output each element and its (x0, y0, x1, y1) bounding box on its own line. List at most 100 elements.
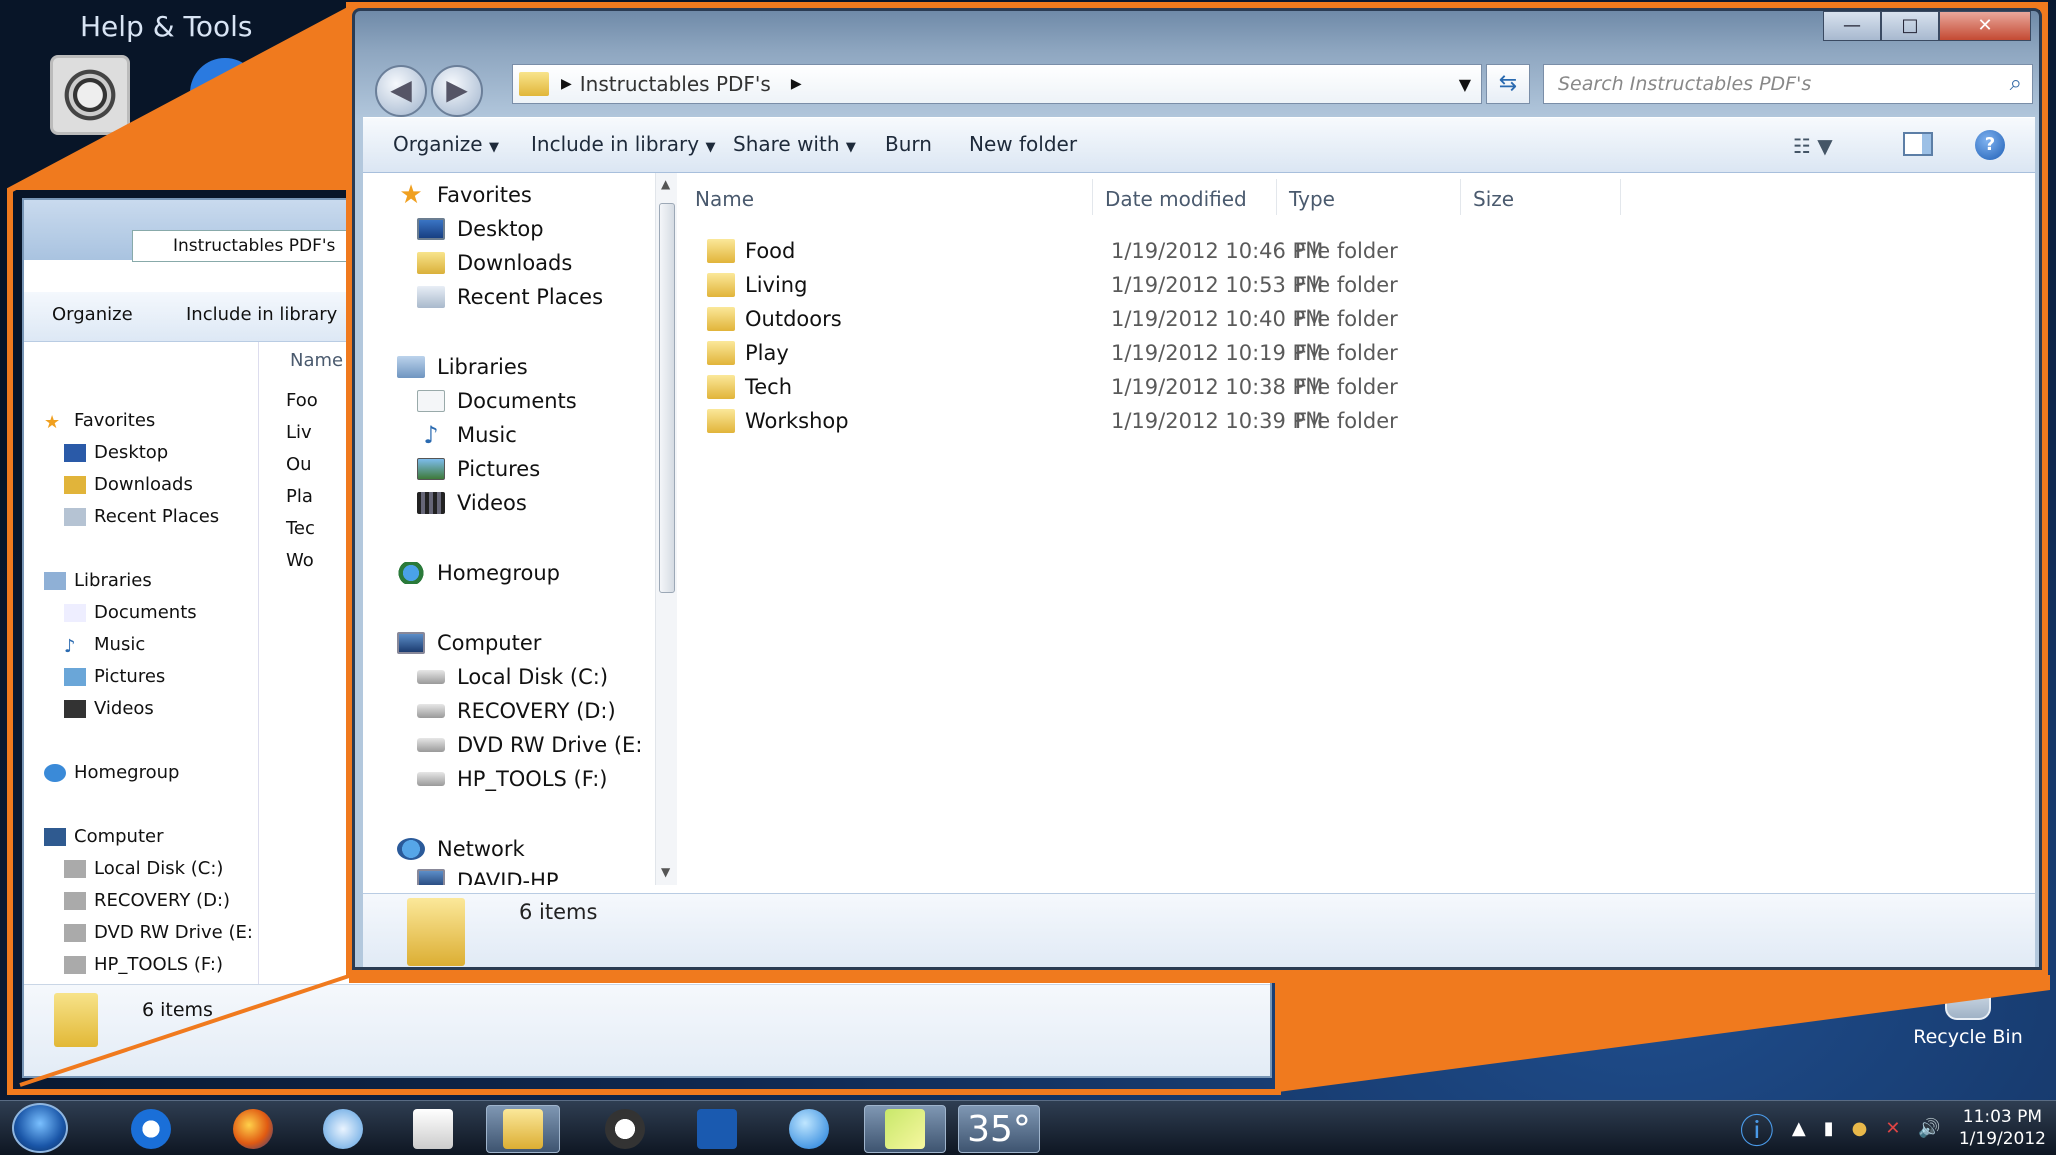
back-file-item[interactable]: Tec (286, 518, 315, 539)
scroll-down-icon[interactable]: ▼ (661, 865, 670, 879)
back-nav-local-disk[interactable]: Local Disk (C:) (64, 858, 223, 879)
internet-explorer-icon[interactable] (114, 1105, 188, 1153)
file-row[interactable]: Play 1/19/2012 10:19 PM File folder (693, 337, 1693, 371)
refresh-icon[interactable]: ⇆ (1486, 64, 1530, 104)
nav-desktop[interactable]: Desktop (417, 217, 544, 241)
column-header-type[interactable]: Type (1277, 179, 1461, 215)
back-nav-documents[interactable]: Documents (64, 602, 197, 623)
notes-app-taskbar-button[interactable] (864, 1105, 946, 1153)
back-column-name[interactable]: Name (290, 350, 343, 371)
address-bar[interactable]: ▶ Instructables PDF's ▶ ▼ (512, 64, 1482, 104)
back-file-item[interactable]: Ou (286, 454, 312, 475)
nav-scrollbar[interactable]: ▲ ▼ (655, 173, 677, 885)
folder-icon (707, 239, 735, 263)
globe-app-icon[interactable] (772, 1105, 846, 1153)
file-row[interactable]: Living 1/19/2012 10:53 PM File folder (693, 269, 1693, 303)
back-organize-button[interactable]: Organize (52, 304, 133, 325)
breadcrumb-chevron-icon[interactable]: ▶ (561, 76, 572, 92)
file-row[interactable]: Tech 1/19/2012 10:38 PM File folder (693, 371, 1693, 405)
nav-homegroup[interactable]: Homegroup (397, 561, 560, 585)
nav-network[interactable]: Network (397, 837, 525, 861)
back-nav-videos[interactable]: Videos (64, 698, 154, 719)
file-row[interactable]: Food 1/19/2012 10:46 PM File folder (693, 235, 1693, 269)
back-nav-pictures[interactable]: Pictures (64, 666, 165, 687)
address-dropdown-icon[interactable]: ▼ (1459, 75, 1471, 94)
windows-explorer-taskbar-button[interactable] (486, 1105, 560, 1153)
volume-icon[interactable]: 🔊 (1918, 1118, 1940, 1139)
nav-libraries[interactable]: Libraries (397, 355, 528, 379)
burn-button[interactable]: Burn (885, 132, 932, 156)
hp-icon[interactable] (588, 1105, 662, 1153)
nav-documents[interactable]: Documents (417, 389, 577, 413)
column-header-size[interactable]: Size (1461, 179, 1621, 215)
recycle-bin[interactable]: Recycle Bin (1908, 980, 2028, 1048)
share-with-button[interactable]: Share with ▼ (733, 132, 856, 156)
nav-recent-places[interactable]: Recent Places (417, 285, 603, 309)
back-file-item[interactable]: Foo (286, 390, 318, 411)
nav-computer[interactable]: Computer (397, 631, 541, 655)
back-nav-downloads[interactable]: Downloads (64, 474, 193, 495)
back-file-item[interactable]: Pla (286, 486, 313, 507)
include-in-library-button[interactable]: Include in library ▼ (531, 132, 715, 156)
help-support-icon[interactable]: ⓘ (1740, 1104, 1774, 1153)
settings-desktop-icon[interactable] (50, 55, 130, 135)
show-hidden-icons-icon[interactable]: ▲ (1792, 1118, 1806, 1139)
file-row[interactable]: Workshop 1/19/2012 10:39 PM File folder (693, 405, 1693, 439)
nav-videos[interactable]: Videos (417, 491, 527, 515)
maximize-button[interactable]: □ (1881, 11, 1939, 41)
nav-hp-tools[interactable]: HP_TOOLS (F:) (417, 767, 607, 791)
nav-local-disk[interactable]: Local Disk (C:) (417, 665, 608, 689)
column-header-date[interactable]: Date modified (1093, 179, 1277, 215)
help-icon[interactable]: ? (1975, 130, 2005, 160)
nav-pictures[interactable]: Pictures (417, 457, 540, 481)
back-nav-homegroup[interactable]: Homegroup (44, 762, 179, 783)
forward-arrow-icon[interactable]: ▶ (431, 65, 483, 117)
back-nav-hp-tools[interactable]: HP_TOOLS (F:) (64, 954, 223, 975)
back-address-box[interactable]: Instructables PDF's (132, 230, 372, 262)
network-app-icon[interactable] (306, 1105, 380, 1153)
breadcrumb-chevron-icon[interactable]: ▶ (791, 76, 802, 92)
notification-icon[interactable]: ● (1852, 1118, 1868, 1139)
media-player-icon[interactable] (396, 1105, 470, 1153)
weather-gadget[interactable]: 35° (958, 1105, 1040, 1153)
back-arrow-icon[interactable]: ◀ (375, 65, 427, 117)
back-nav-libraries[interactable]: Libraries (44, 570, 152, 591)
file-row[interactable]: Outdoors 1/19/2012 10:40 PM File folder (693, 303, 1693, 337)
nav-music[interactable]: ♪ Music (417, 423, 516, 447)
scroll-thumb[interactable] (659, 203, 675, 593)
back-nav-favorites[interactable]: ★ Favorites (44, 410, 155, 433)
browser-desktop-icon[interactable] (190, 58, 260, 128)
back-nav-computer[interactable]: Computer (44, 826, 163, 847)
search-input[interactable]: Search Instructables PDF's ⌕ (1543, 64, 2033, 104)
back-file-item[interactable]: Wo (286, 550, 314, 571)
nav-recovery[interactable]: RECOVERY (D:) (417, 699, 616, 723)
back-nav-music[interactable]: ♪ Music (64, 634, 145, 657)
preview-pane-icon[interactable] (1903, 132, 1933, 156)
checkmark-app-icon[interactable] (680, 1105, 754, 1153)
nav-dvd-drive[interactable]: DVD RW Drive (E: (417, 733, 642, 757)
start-button[interactable] (12, 1103, 68, 1153)
nav-downloads[interactable]: Downloads (417, 251, 572, 275)
column-header-name[interactable]: Name (683, 179, 1093, 215)
view-options-icon[interactable]: ☷ ▼ (1793, 134, 1833, 158)
nav-favorites[interactable]: ★ Favorites (397, 182, 532, 208)
disk-icon (417, 704, 445, 718)
network-status-icon[interactable]: ✕ (1885, 1118, 1900, 1139)
back-nav-desktop[interactable]: Desktop (64, 442, 168, 463)
nav-david-hp[interactable]: DAVID-HP (417, 869, 559, 885)
power-icon[interactable]: ▮ (1824, 1118, 1834, 1139)
back-nav-dvd[interactable]: DVD RW Drive (E: (64, 922, 253, 943)
scroll-up-icon[interactable]: ▲ (661, 177, 670, 191)
search-icon[interactable]: ⌕ (2010, 71, 2022, 96)
back-nav-recovery[interactable]: RECOVERY (D:) (64, 890, 230, 911)
back-nav-recent[interactable]: Recent Places (64, 506, 219, 527)
minimize-button[interactable]: — (1823, 11, 1881, 41)
back-file-item[interactable]: Liv (286, 422, 312, 443)
breadcrumb-item[interactable]: Instructables PDF's (580, 72, 771, 96)
back-include-library-button[interactable]: Include in library (186, 304, 337, 325)
new-folder-button[interactable]: New folder (969, 132, 1077, 156)
organize-button[interactable]: Organize ▼ (393, 132, 499, 156)
close-button[interactable]: ✕ (1939, 11, 2031, 41)
clock[interactable]: 11:03 PM 1/19/2012 (1959, 1106, 2046, 1150)
firefox-icon[interactable] (216, 1105, 290, 1153)
